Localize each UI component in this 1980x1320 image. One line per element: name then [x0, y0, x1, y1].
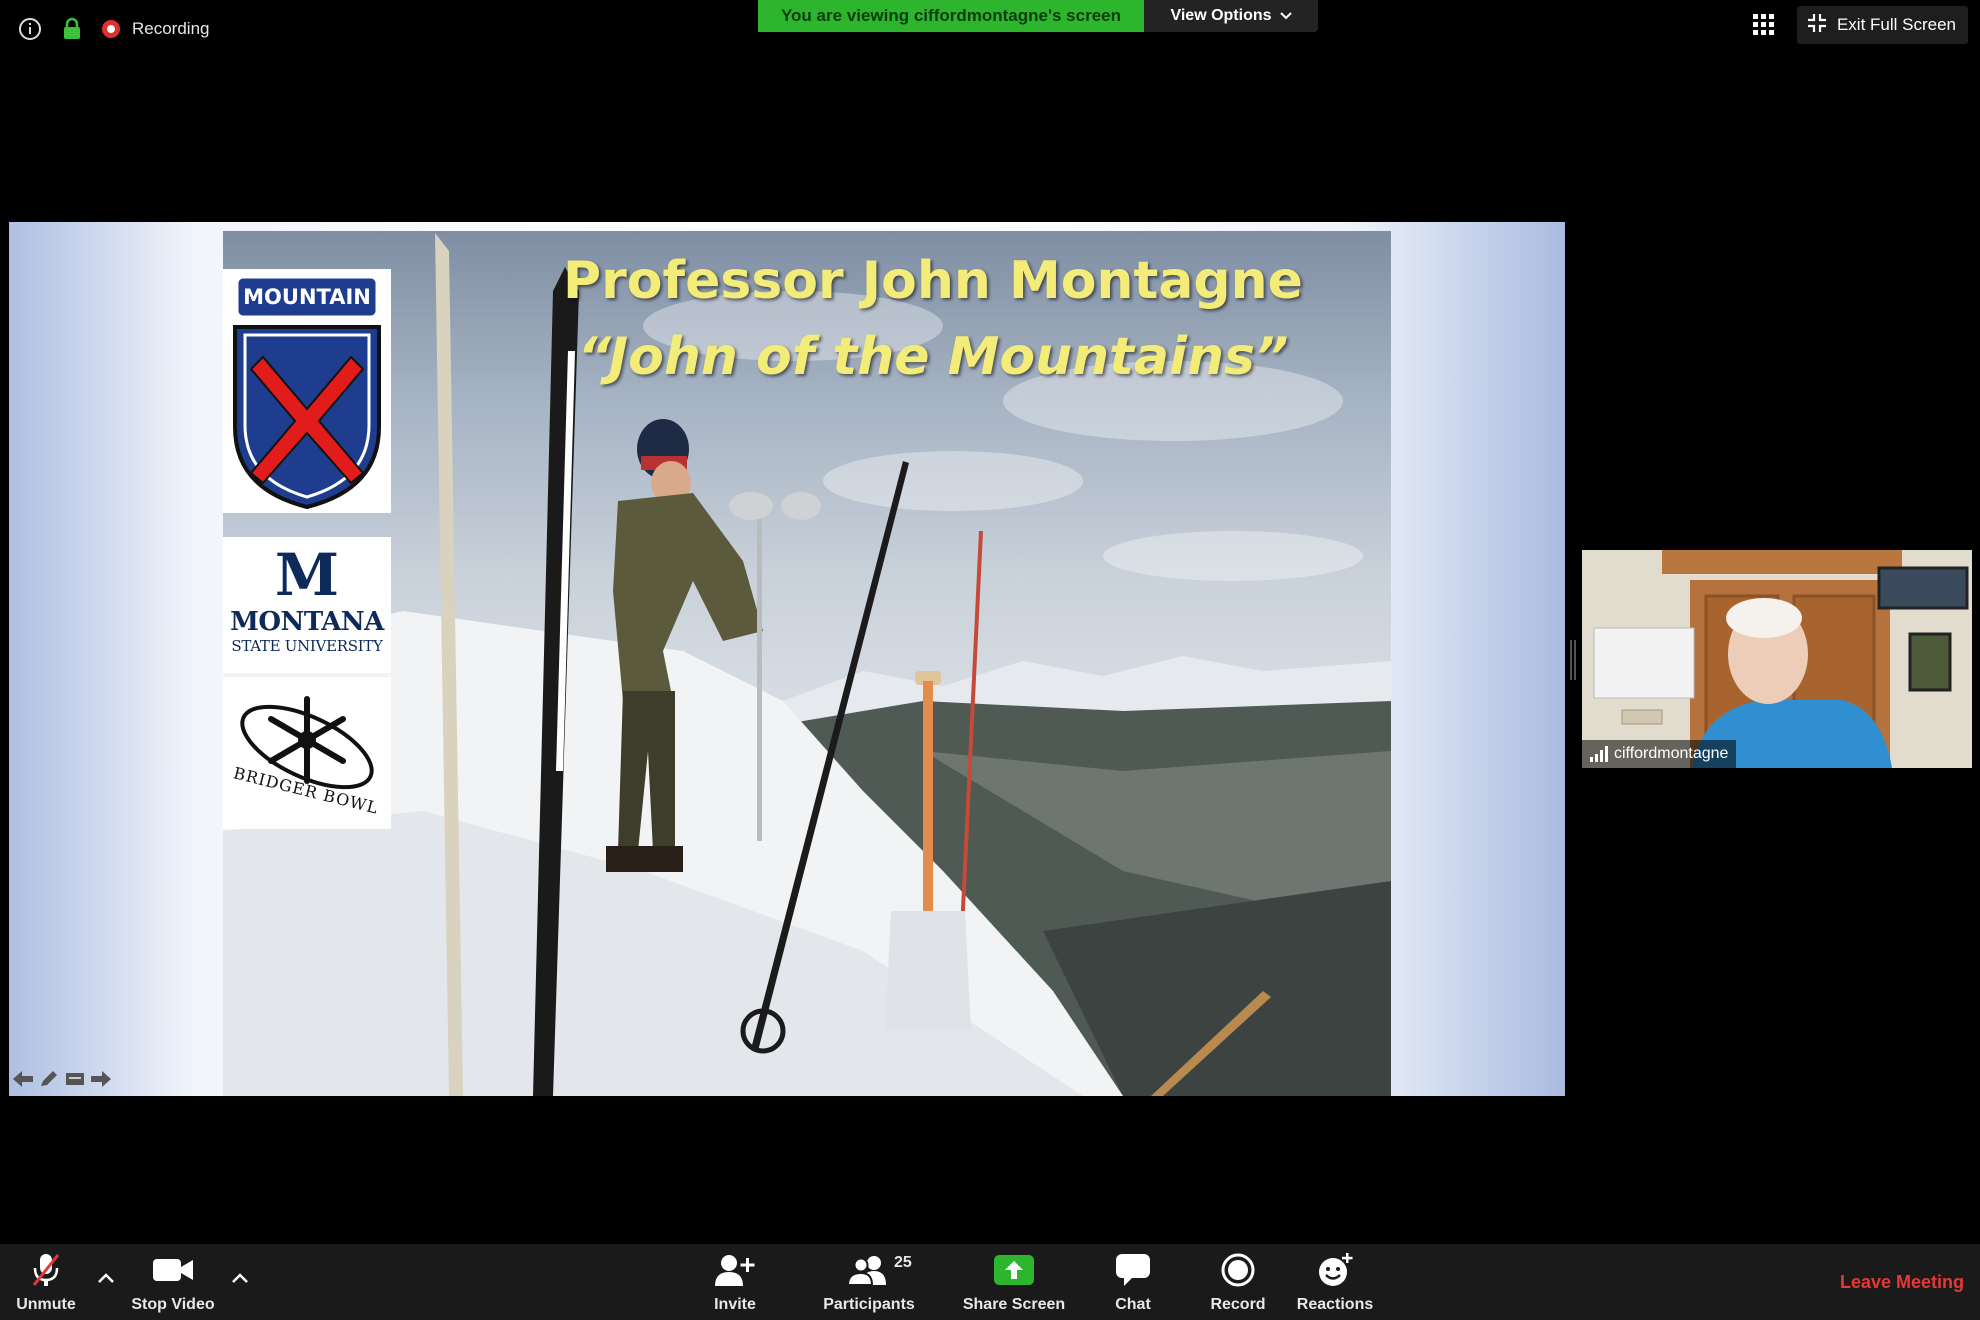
chevron-down-icon: [1279, 7, 1292, 25]
slide-title: Professor John Montagne “John of the Mou…: [503, 243, 1363, 395]
record-button[interactable]: Record: [1208, 1244, 1268, 1320]
top-bar: Recording You are viewing ciffordmontagn…: [0, 0, 1980, 56]
participant-video-feed: [1582, 550, 1972, 768]
slide-photo: MOUNTAIN M MONTANA STATE UNIVERSITY BRID…: [223, 231, 1391, 1096]
share-screen-button[interactable]: Share Screen: [960, 1244, 1068, 1320]
stop-video-button[interactable]: Stop Video: [128, 1244, 218, 1320]
slide-title-line-1: Professor John Montagne: [563, 251, 1303, 311]
msu-name: MONTANA: [230, 607, 384, 637]
slide-controls: [13, 1071, 111, 1092]
recording-icon: [102, 20, 120, 38]
participant-video-tile[interactable]: ciffordmontagne: [1582, 550, 1972, 768]
slide-menu-icon[interactable]: [65, 1071, 85, 1092]
participant-name-tag: ciffordmontagne: [1582, 740, 1737, 768]
lock-icon[interactable]: [62, 17, 82, 41]
invite-label: Invite: [714, 1296, 756, 1313]
montana-state-university-logo: M MONTANA STATE UNIVERSITY: [223, 537, 391, 673]
chat-label: Chat: [1115, 1296, 1151, 1313]
invite-button[interactable]: Invite: [696, 1244, 774, 1320]
record-icon: [1221, 1250, 1255, 1290]
record-label: Record: [1210, 1296, 1266, 1313]
slide-title-line-2: “John of the Mountains”: [577, 327, 1289, 387]
participants-label: Participants: [823, 1296, 915, 1313]
recording-label: Recording: [132, 19, 210, 38]
reactions-label: Reactions: [1296, 1296, 1374, 1313]
unmute-button[interactable]: Unmute: [8, 1244, 84, 1320]
pen-icon[interactable]: [39, 1071, 59, 1092]
10th-mountain-division-logo: MOUNTAIN: [223, 269, 391, 513]
gallery-grid-icon[interactable]: [1752, 14, 1775, 36]
panel-splitter-handle[interactable]: [1570, 640, 1576, 680]
video-camera-icon: [153, 1250, 193, 1290]
info-icon[interactable]: [18, 17, 42, 41]
meeting-status-group: Recording: [18, 14, 210, 44]
reactions-button[interactable]: Reactions: [1296, 1244, 1374, 1320]
reactions-icon: [1317, 1250, 1353, 1290]
share-screen-label: Share Screen: [962, 1296, 1066, 1313]
chat-button[interactable]: Chat: [1108, 1244, 1158, 1320]
chat-icon: [1116, 1250, 1150, 1290]
signal-icon: [1590, 746, 1608, 762]
stop-video-label: Stop Video: [131, 1296, 215, 1313]
mountain-tab-text: MOUNTAIN: [243, 285, 371, 309]
exit-fullscreen-button[interactable]: Exit Full Screen: [1796, 6, 1968, 44]
unmute-label: Unmute: [16, 1296, 76, 1313]
share-screen-icon: [994, 1250, 1034, 1290]
video-options-caret[interactable]: [228, 1266, 252, 1290]
microphone-muted-icon: [31, 1250, 61, 1290]
meeting-toolbar: Unmute Stop Video Invite Participants 25…: [0, 1244, 1980, 1320]
leave-meeting-button[interactable]: Leave Meeting: [1840, 1244, 1964, 1320]
participants-icon: [848, 1250, 890, 1290]
bridger-bowl-logo: BRIDGER BOWL: [223, 677, 391, 829]
view-options-label: View Options: [1170, 7, 1272, 24]
view-options-button[interactable]: View Options: [1144, 0, 1318, 32]
recording-indicator[interactable]: Recording: [102, 19, 210, 39]
exit-fullscreen-icon: [1807, 13, 1827, 38]
participants-count: 25: [894, 1254, 912, 1271]
msu-subtitle: STATE UNIVERSITY: [231, 637, 383, 655]
add-person-icon: [715, 1250, 755, 1290]
next-slide-icon[interactable]: [91, 1071, 111, 1092]
viewing-screen-banner: You are viewing ciffordmontagne's screen: [758, 0, 1144, 32]
top-right-controls: Exit Full Screen: [1752, 6, 1968, 44]
previous-slide-icon[interactable]: [13, 1071, 33, 1092]
audio-options-caret[interactable]: [94, 1266, 118, 1290]
msu-letter: M: [274, 541, 340, 609]
exit-fullscreen-label: Exit Full Screen: [1836, 15, 1956, 34]
shared-screen-slide[interactable]: MOUNTAIN M MONTANA STATE UNIVERSITY BRID…: [9, 222, 1565, 1096]
participant-name: ciffordmontagne: [1614, 745, 1729, 762]
